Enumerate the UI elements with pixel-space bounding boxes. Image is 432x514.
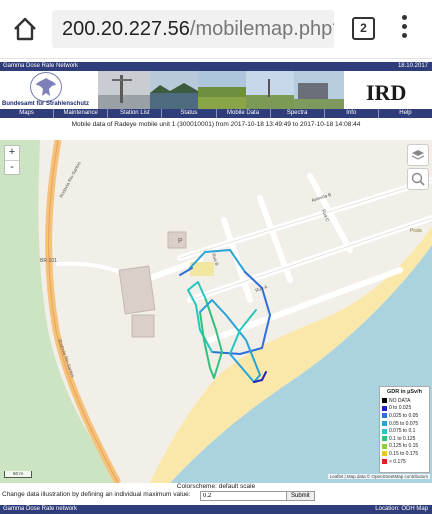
- max-value-label: Change data illustration by defining an …: [2, 491, 191, 498]
- legend-item: 0.125 to 0.15: [380, 443, 429, 451]
- nav-maintenance[interactable]: Maintenance: [54, 109, 109, 118]
- zoom-in-button[interactable]: +: [5, 146, 19, 161]
- side-road-label: Rodovia Rio-Santos: [58, 160, 82, 198]
- nav-station-list[interactable]: Station List: [108, 109, 163, 118]
- banner-photo-3: [198, 71, 246, 109]
- eagle-emblem-icon: [30, 72, 62, 102]
- footer-location: Location: ODH Map: [375, 506, 428, 512]
- banner-photo-1: [98, 71, 150, 109]
- rua-a-label: Rua A: [255, 284, 268, 293]
- legend-swatch: [382, 436, 387, 442]
- legend-label: > 0.175: [389, 458, 406, 465]
- praia-label: Praia: [410, 228, 422, 234]
- legend-label: 0.025 to 0.05: [389, 412, 419, 419]
- legend-item: 0.1 to 0.125: [380, 435, 429, 443]
- legend-item: 0.15 to 0.175: [380, 450, 429, 458]
- banner-photo-2: [150, 71, 198, 109]
- url-path: /mobilemap.php?: [189, 18, 334, 40]
- nav-status[interactable]: Status: [162, 109, 217, 118]
- legend-swatch: [382, 398, 387, 404]
- submit-button[interactable]: Submit: [286, 491, 315, 501]
- highway-label: BR-101: [40, 258, 57, 264]
- browser-toolbar: 200.20.227.56/mobilemap.php? 2: [0, 0, 432, 59]
- legend-swatch: [382, 443, 387, 449]
- address-bar[interactable]: 200.20.227.56/mobilemap.php?: [52, 10, 334, 48]
- map-search-button[interactable]: [407, 168, 429, 190]
- legend-swatch: [382, 451, 387, 457]
- legend-swatch: [382, 428, 387, 434]
- date-label: 18.10.2017: [397, 63, 428, 69]
- footer-left-text: Gamma Dose Rate network: [3, 506, 78, 512]
- nav-info[interactable]: Info: [325, 109, 379, 118]
- map-title: Mobile data of Radeye mobile unit 1 (300…: [71, 121, 361, 128]
- nav-spectra[interactable]: Spectra: [271, 109, 325, 118]
- map-attribution[interactable]: Leaflet | Map data © OpenStreetMap contr…: [327, 474, 430, 479]
- max-value-input[interactable]: [200, 491, 288, 501]
- network-name: Gamma Dose Rate Network: [3, 63, 79, 69]
- legend-title: GDR in µSv/h: [387, 389, 422, 395]
- banner-photo-5: [294, 71, 344, 109]
- banner-photo-4: [246, 71, 294, 109]
- legend-swatch: [382, 421, 387, 427]
- bfs-logo[interactable]: Bundesamt für Strahlenschutz: [0, 71, 98, 109]
- zoom-out-button[interactable]: -: [5, 161, 19, 175]
- bfs-name: Bundesamt für Strahlenschutz: [2, 101, 90, 107]
- legend-item: 0.025 to 0.05: [380, 412, 429, 420]
- home-icon[interactable]: [12, 16, 38, 42]
- nav-maps[interactable]: Maps: [0, 109, 55, 118]
- legend-swatch: [382, 413, 387, 419]
- banner: Bundesamt für Strahlenschutz IRD: [0, 71, 432, 109]
- dose-rate-legend: GDR in µSv/h NO DATA 0 to 0.025 0.025 to 0…: [379, 386, 430, 473]
- legend-item: NO DATA: [380, 397, 429, 405]
- footer-bar: Gamma Dose Rate network Location: ODH Ma…: [0, 505, 432, 514]
- ird-logo-text: IRD: [366, 80, 407, 105]
- legend-label: 0.075 to 0.1: [389, 428, 416, 435]
- main-nav: Maps Maintenance Station List Status Mob…: [0, 109, 432, 118]
- nav-help[interactable]: Help: [379, 109, 432, 118]
- colorscheme-label: Colorscheme: default scale: [176, 483, 256, 490]
- legend-item: 0.05 to 0.075: [380, 420, 429, 428]
- legend-swatch: [382, 459, 387, 465]
- overflow-menu-icon[interactable]: [402, 15, 408, 43]
- legend-label: NO DATA: [389, 397, 411, 404]
- layers-button[interactable]: [407, 144, 429, 166]
- parking-label: P: [178, 238, 183, 245]
- zoom-control: + -: [4, 145, 20, 175]
- nav-mobile-data[interactable]: Mobile Data: [217, 109, 271, 118]
- legend-swatch: [382, 405, 387, 411]
- legend-item: 0 to 0.025: [380, 405, 429, 413]
- legend-label: 0 to 0.025: [389, 405, 412, 412]
- legend-item: > 0.175: [380, 458, 429, 466]
- max-value-form: Change data illustration by defining an …: [2, 491, 315, 501]
- search-icon: [411, 172, 425, 186]
- map-view[interactable]: BR-101 Rodovia Rio-Santos Rodovia Rio-Sa…: [0, 140, 432, 483]
- legend-label: 0.05 to 0.075: [389, 420, 419, 427]
- top-bar: Gamma Dose Rate Network 18.10.2017: [0, 62, 432, 71]
- url-host: 200.20.227.56: [62, 18, 190, 40]
- legend-label: 0.15 to 0.175: [389, 450, 419, 457]
- scale-bar: 50 m: [4, 471, 32, 478]
- tab-switcher-button[interactable]: 2: [352, 17, 375, 40]
- layers-icon: [411, 150, 425, 160]
- map-canvas: BR-101 Rodovia Rio-Santos Rodovia Rio-Sa…: [0, 140, 432, 483]
- ird-logo[interactable]: IRD: [344, 71, 432, 109]
- legend-label: 0.125 to 0.15: [389, 443, 419, 450]
- legend-label: 0.1 to 0.125: [389, 435, 416, 442]
- legend-item: 0.075 to 0.1: [380, 427, 429, 435]
